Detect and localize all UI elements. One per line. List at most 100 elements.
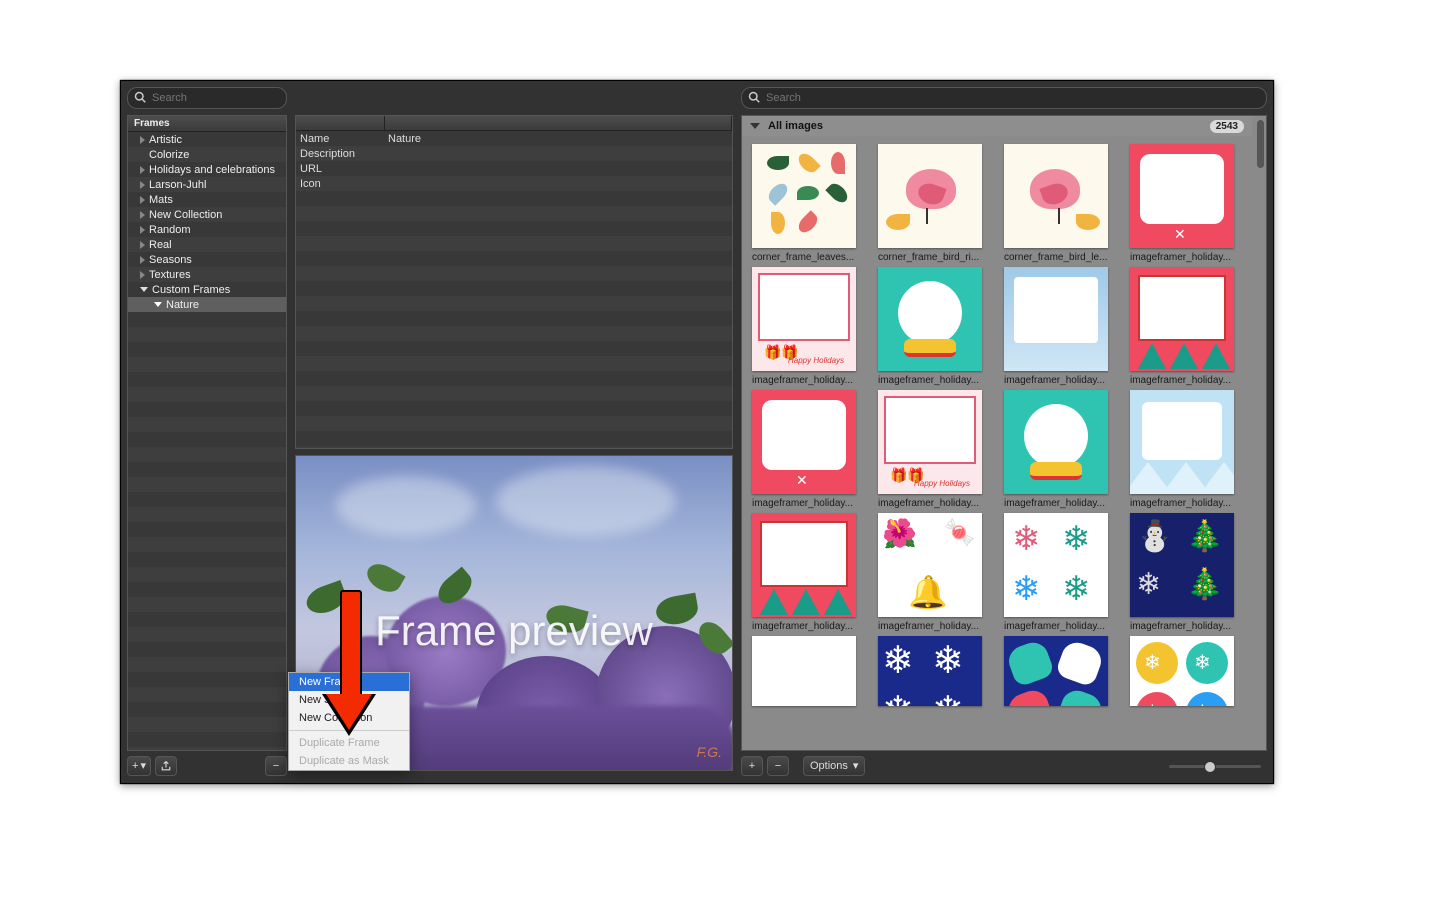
gallery-item[interactable]: corner_frame_leaves... — [752, 144, 860, 263]
tree-item-textures[interactable]: Textures — [128, 267, 286, 282]
gallery-remove-button[interactable]: − — [767, 756, 789, 776]
gallery-item[interactable]: corner_frame_bird_ri... — [878, 144, 986, 263]
minus-icon: − — [273, 760, 279, 772]
sidebar-toolbar: + ▾ − — [127, 755, 287, 777]
gallery-thumbnail[interactable] — [1130, 390, 1234, 494]
gallery-thumbnail[interactable] — [1130, 267, 1234, 371]
gallery-thumbnail[interactable] — [752, 144, 856, 248]
tree-item-random[interactable]: Random — [128, 222, 286, 237]
tree-item-custom-frames[interactable]: Custom Frames — [128, 282, 286, 297]
right-panel: All images 2543 corner_frame_leaves...co… — [741, 87, 1267, 777]
gallery-thumbnail[interactable]: ❄❄❄❄ — [1130, 636, 1234, 706]
tree-item-seasons[interactable]: Seasons — [128, 252, 286, 267]
tree-item-larson-juhl[interactable]: Larson-Juhl — [128, 177, 286, 192]
left-panel: Frames Artistic Colorize Holidays and ce… — [127, 87, 287, 777]
tree-label: Artistic — [149, 134, 182, 146]
images-gallery: All images 2543 corner_frame_leaves...co… — [741, 115, 1267, 751]
gallery-thumbnail[interactable] — [878, 267, 982, 371]
gallery-thumbnail[interactable] — [1004, 390, 1108, 494]
tree-item-real[interactable]: Real — [128, 237, 286, 252]
share-button[interactable] — [155, 756, 177, 776]
tree-label: Real — [149, 239, 172, 251]
gallery-thumbnail[interactable]: 🎁🎁Happy Holidays — [752, 267, 856, 371]
prop-row-description[interactable]: Description — [296, 146, 732, 161]
prop-label: Name — [296, 133, 384, 145]
gallery-thumbnail[interactable] — [878, 144, 982, 248]
gallery-header[interactable]: All images 2543 — [742, 116, 1252, 136]
disclosure-triangle-icon — [750, 123, 760, 129]
gallery-item[interactable]: ⛄🎄❄🎄 imageframer_holiday... — [1130, 513, 1238, 632]
prop-label: URL — [296, 163, 384, 175]
gallery-thumbnail[interactable] — [1004, 144, 1108, 248]
gallery-item[interactable]: imageframer_holiday... — [878, 267, 986, 386]
gallery-item[interactable]: corner_frame_bird_le... — [1004, 144, 1112, 263]
gallery-caption: imageframer_holiday... — [878, 375, 986, 386]
gallery-item[interactable]: ❄❄❄❄ imageframer_holiday... — [1004, 513, 1112, 632]
gallery-grid: corner_frame_leaves...corner_frame_bird_… — [742, 140, 1252, 750]
tree-item-artistic[interactable]: Artistic — [128, 132, 286, 147]
prop-label: Description — [296, 148, 384, 160]
remove-button[interactable]: − — [265, 756, 287, 776]
options-menu-button[interactable]: Options ▾ — [803, 756, 865, 776]
tree-item-new-collection[interactable]: New Collection — [128, 207, 286, 222]
prop-row-name[interactable]: NameNature — [296, 131, 732, 146]
gallery-item[interactable]: ❄❄❄❄ — [1130, 636, 1238, 706]
tree-label: New Collection — [149, 209, 222, 221]
tree-item-mats[interactable]: Mats — [128, 192, 286, 207]
gallery-search-input[interactable] — [764, 91, 1260, 105]
gallery-item[interactable]: ✕ imageframer_holiday... — [1130, 144, 1238, 263]
gallery-thumbnail[interactable] — [752, 636, 856, 706]
sidebar-search-input[interactable] — [150, 91, 296, 105]
gallery-item[interactable] — [752, 636, 860, 706]
gallery-caption: imageframer_holiday... — [752, 498, 860, 509]
gallery-item[interactable]: 🎁🎁Happy Holidays imageframer_holiday... — [878, 390, 986, 509]
prop-label: Icon — [296, 178, 384, 190]
gallery-title: All images — [768, 120, 823, 132]
gallery-search[interactable] — [741, 87, 1267, 109]
tree-item-colorize[interactable]: Colorize — [128, 147, 286, 162]
frames-sidebar: Frames Artistic Colorize Holidays and ce… — [127, 115, 287, 751]
gallery-item[interactable]: imageframer_holiday... — [1004, 390, 1112, 509]
gallery-caption: imageframer_holiday... — [1130, 375, 1238, 386]
gallery-thumbnail[interactable]: ✕ — [752, 390, 856, 494]
gallery-add-button[interactable]: + — [741, 756, 763, 776]
gallery-scrollbar[interactable] — [1254, 116, 1266, 750]
gallery-caption: imageframer_holiday... — [1004, 621, 1112, 632]
gallery-thumbnail[interactable]: ❄❄❄❄ — [878, 636, 982, 706]
search-icon — [134, 91, 146, 106]
tree-label: Random — [149, 224, 191, 236]
gallery-item[interactable]: 🎁🎁Happy Holidaysimageframer_holiday... — [752, 267, 860, 386]
sidebar-header: Frames — [128, 116, 286, 132]
chevron-down-icon: ▾ — [140, 759, 146, 772]
tree-item-nature[interactable]: Nature — [128, 297, 286, 312]
gallery-caption: imageframer_holiday... — [878, 498, 986, 509]
gallery-thumbnail[interactable]: 🎁🎁Happy Holidays — [878, 390, 982, 494]
add-menu-button[interactable]: + ▾ — [127, 756, 151, 776]
gallery-caption: imageframer_holiday... — [1130, 252, 1238, 263]
gallery-thumbnail[interactable]: ✕ — [1130, 144, 1234, 248]
gallery-thumbnail[interactable] — [1004, 636, 1108, 706]
gallery-item[interactable]: ❄❄❄❄ — [878, 636, 986, 706]
gallery-item[interactable]: ✕ imageframer_holiday... — [752, 390, 860, 509]
gallery-item[interactable]: imageframer_holiday... — [752, 513, 860, 632]
prop-row-url[interactable]: URL — [296, 161, 732, 176]
tree-item-holidays[interactable]: Holidays and celebrations — [128, 162, 286, 177]
share-icon — [160, 760, 172, 772]
thumbnail-size-slider[interactable] — [1169, 759, 1261, 773]
gallery-item[interactable]: imageframer_holiday... — [1130, 267, 1238, 386]
gallery-item[interactable]: imageframer_holiday... — [1130, 390, 1238, 509]
frames-tree[interactable]: Artistic Colorize Holidays and celebrati… — [128, 132, 286, 312]
gallery-thumbnail[interactable]: ⛄🎄❄🎄 — [1130, 513, 1234, 617]
gallery-item[interactable] — [1004, 636, 1112, 706]
gallery-thumbnail[interactable] — [752, 513, 856, 617]
menu-item-duplicate-as-mask: Duplicate as Mask — [289, 752, 409, 770]
tree-label: Textures — [149, 269, 191, 281]
gallery-item[interactable]: imageframer_holiday... — [1004, 267, 1112, 386]
gallery-thumbnail[interactable] — [1004, 267, 1108, 371]
gallery-thumbnail[interactable]: 🌺🍬🔔 — [878, 513, 982, 617]
prop-row-icon[interactable]: Icon — [296, 176, 732, 191]
gallery-thumbnail[interactable]: ❄❄❄❄ — [1004, 513, 1108, 617]
gallery-item[interactable]: 🌺🍬🔔imageframer_holiday... — [878, 513, 986, 632]
gallery-caption: imageframer_holiday... — [1130, 621, 1238, 632]
sidebar-search[interactable] — [127, 87, 287, 109]
